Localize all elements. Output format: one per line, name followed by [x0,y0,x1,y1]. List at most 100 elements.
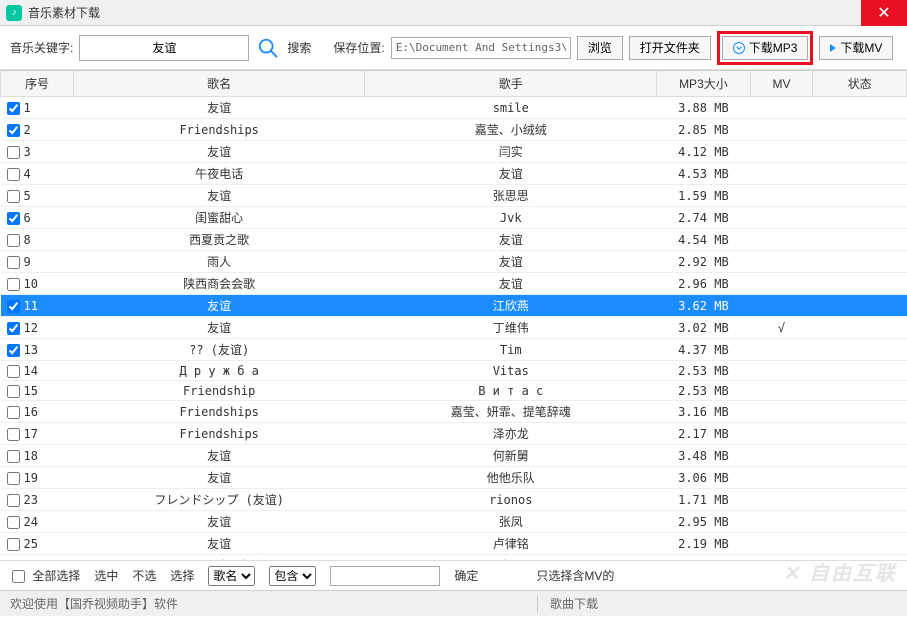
table-row[interactable]: 25友谊卢律铭2.19 MB [1,533,907,555]
table-row[interactable]: 11友谊江欣燕3.62 MB [1,295,907,317]
table-row[interactable]: 3友谊闫实4.12 MB [1,141,907,163]
table-row[interactable]: 9雨人友谊2.92 MB [1,251,907,273]
open-folder-button[interactable]: 打开文件夹 [629,36,711,60]
cell-idx[interactable]: 16 [1,401,74,423]
cell-name: 闺蜜甜心 [73,207,365,229]
cell-idx[interactable]: 9 [1,251,74,273]
cell-idx[interactable]: 10 [1,273,74,295]
table-row[interactable]: 18友谊何新舅3.48 MB [1,445,907,467]
cell-idx[interactable]: 24 [1,511,74,533]
cell-size: 3.88 MB [657,97,751,119]
table-row[interactable]: 5友谊张思思1.59 MB [1,185,907,207]
row-checkbox[interactable] [7,560,20,561]
row-checkbox[interactable] [7,278,20,291]
cell-status [813,467,907,489]
save-location-label: 保存位置: [333,39,384,56]
cell-idx[interactable]: 19 [1,467,74,489]
row-checkbox[interactable] [7,428,20,441]
col-status[interactable]: 状态 [813,71,907,97]
table-row[interactable]: 23フレンドシップ (友谊)rionos1.71 MB [1,489,907,511]
table-row[interactable]: 19友谊他他乐队3.06 MB [1,467,907,489]
cell-mv [750,467,812,489]
row-checkbox[interactable] [7,146,20,159]
table-row[interactable]: 14Д р у ж б аVitas2.53 MB [1,361,907,381]
table-row[interactable]: 6闺蜜甜心Jvk2.74 MB [1,207,907,229]
app-icon: ♪ [6,5,22,21]
row-checkbox[interactable] [7,385,20,398]
cell-idx[interactable]: 12 [1,317,74,339]
row-checkbox[interactable] [7,344,20,357]
table-row[interactable]: 12友谊丁维伟3.02 MB√ [1,317,907,339]
cell-idx[interactable]: 27 [1,555,74,561]
close-button[interactable]: ✕ [861,0,907,26]
table-row[interactable]: 24友谊张凤2.95 MB [1,511,907,533]
table-row[interactable]: 1友谊smile3.88 MB [1,97,907,119]
row-checkbox[interactable] [7,212,20,225]
cell-size: 2.95 MB [657,511,751,533]
col-size[interactable]: MP3大小 [657,71,751,97]
confirm-button[interactable]: 确定 [454,567,478,584]
row-checkbox[interactable] [7,365,20,378]
table-row[interactable]: 2Friendships嘉莹、小绒绒2.85 MB [1,119,907,141]
table-row[interactable]: 27L'amitié (友谊)Julie Dubé-Lamontagne3.34… [1,555,907,561]
row-checkbox[interactable] [7,102,20,115]
select-all-checkbox[interactable]: 全部选择 [12,567,80,584]
col-idx[interactable]: 序号 [1,71,74,97]
cell-idx[interactable]: 25 [1,533,74,555]
cell-idx[interactable]: 2 [1,119,74,141]
col-artist[interactable]: 歌手 [365,71,657,97]
cell-idx[interactable]: 14 [1,361,74,381]
table-row[interactable]: 8西夏贡之歌友谊4.54 MB [1,229,907,251]
keyword-input[interactable] [79,35,249,61]
cell-idx[interactable]: 4 [1,163,74,185]
col-mv[interactable]: MV [750,71,812,97]
table-row[interactable]: 16Friendships嘉莹、妍霏、提笔辞魂3.16 MB [1,401,907,423]
row-checkbox[interactable] [7,406,20,419]
cell-idx[interactable]: 6 [1,207,74,229]
download-mv-button[interactable]: 下载MV [819,36,893,60]
cell-idx[interactable]: 5 [1,185,74,207]
row-checkbox[interactable] [7,538,20,551]
browse-button[interactable]: 浏览 [577,36,623,60]
cell-idx[interactable]: 13 [1,339,74,361]
table-row[interactable]: 13?? (友谊)Tim4.37 MB [1,339,907,361]
search-icon[interactable] [255,35,281,61]
cell-artist: 友谊 [365,273,657,295]
table-row[interactable]: 4午夜电话友谊4.53 MB [1,163,907,185]
cell-status [813,163,907,185]
row-checkbox[interactable] [7,300,20,313]
row-checkbox[interactable] [7,516,20,529]
cell-idx[interactable]: 15 [1,381,74,401]
table-row[interactable]: 15FriendshipВ и т а с2.53 MB [1,381,907,401]
table-row[interactable]: 17Friendships泽亦龙2.17 MB [1,423,907,445]
download-mp3-button[interactable]: 下载MP3 [722,36,809,60]
contain-dropdown[interactable]: 包含 [269,566,316,586]
uncheck-link[interactable]: 不选 [132,567,156,584]
row-checkbox[interactable] [7,124,20,137]
row-checkbox[interactable] [7,322,20,335]
cell-idx[interactable]: 23 [1,489,74,511]
cell-idx[interactable]: 8 [1,229,74,251]
save-path-input[interactable] [391,37,571,59]
filter-input[interactable] [330,566,440,586]
cell-idx[interactable]: 3 [1,141,74,163]
row-checkbox[interactable] [7,472,20,485]
cell-artist: 张思思 [365,185,657,207]
row-checkbox[interactable] [7,450,20,463]
only-mv-link[interactable]: 只选择含MV的 [536,567,614,584]
results-table-wrap[interactable]: 序号 歌名 歌手 MP3大小 MV 状态 1友谊smile3.88 MB2Fri… [0,70,907,560]
row-checkbox[interactable] [7,494,20,507]
check-selected-link[interactable]: 选中 [94,567,118,584]
col-name[interactable]: 歌名 [73,71,365,97]
cell-idx[interactable]: 1 [1,97,74,119]
row-checkbox[interactable] [7,256,20,269]
table-row[interactable]: 10陕西商会会歌友谊2.96 MB [1,273,907,295]
cell-idx[interactable]: 11 [1,295,74,317]
select-field-dropdown[interactable]: 歌名 [208,566,255,586]
row-checkbox[interactable] [7,234,20,247]
cell-name: 友谊 [73,467,365,489]
cell-idx[interactable]: 18 [1,445,74,467]
row-checkbox[interactable] [7,190,20,203]
cell-idx[interactable]: 17 [1,423,74,445]
row-checkbox[interactable] [7,168,20,181]
